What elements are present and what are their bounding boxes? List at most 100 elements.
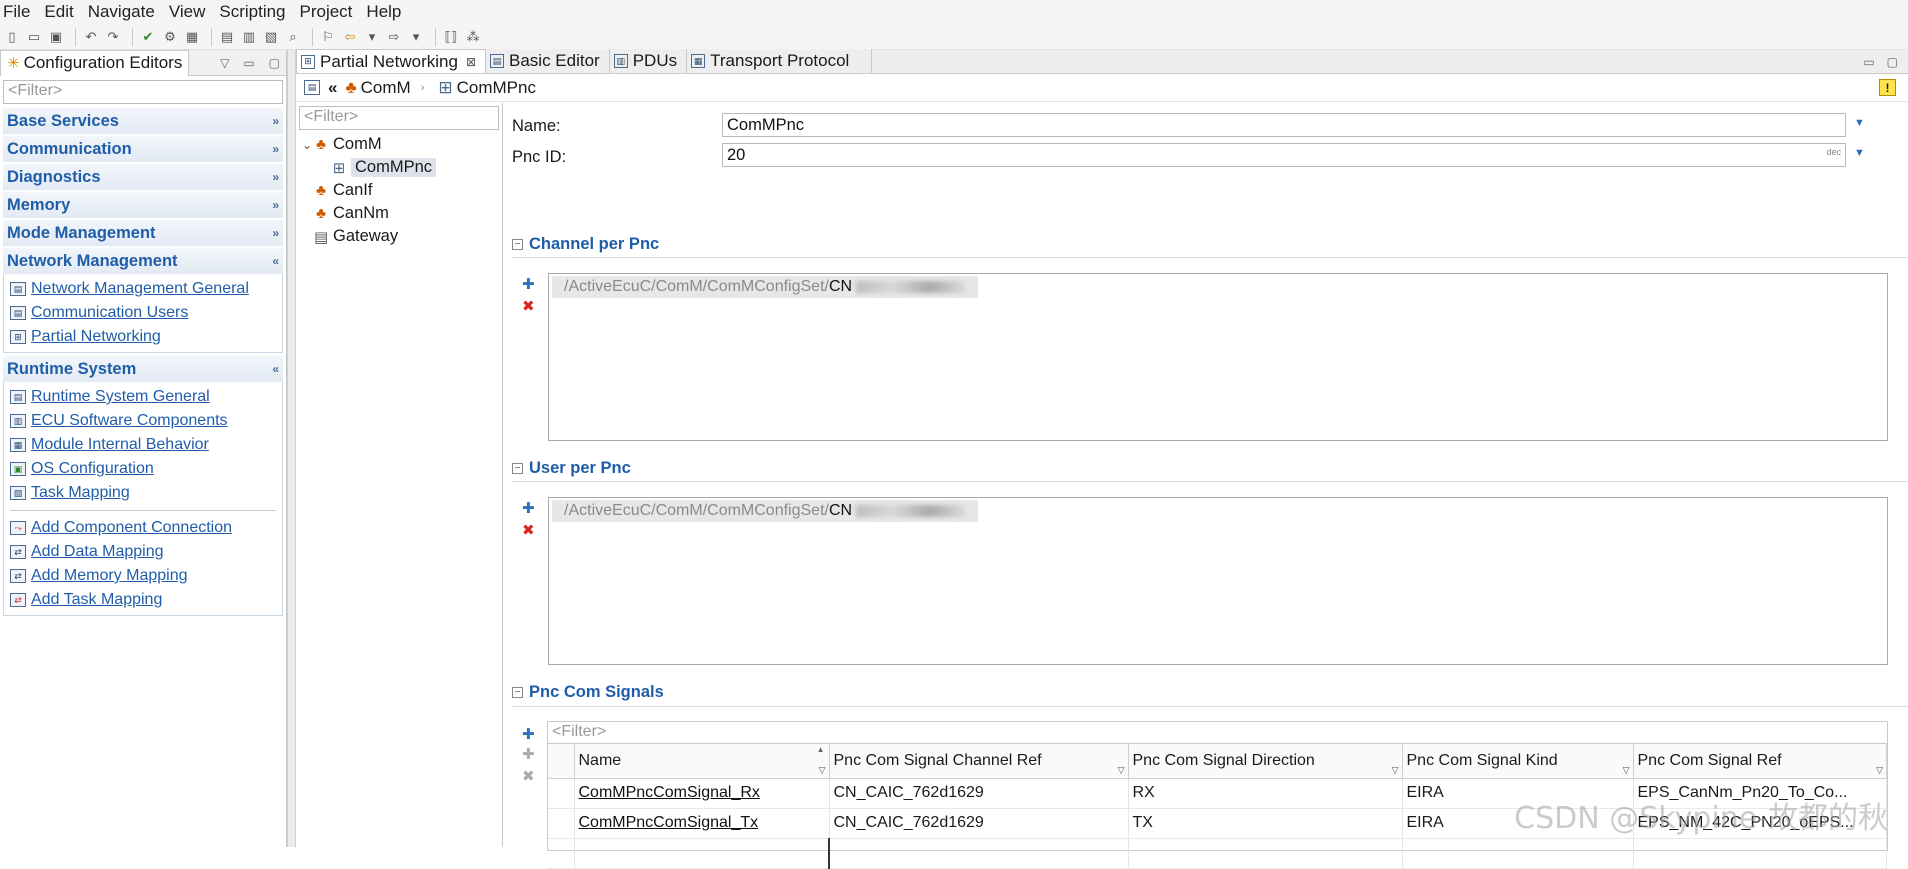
collapse-left-icon[interactable]: « [328, 78, 337, 98]
pnc-com-signals-header[interactable]: − Pnc Com Signals [512, 683, 664, 702]
collapse-chevron-icon[interactable]: « [272, 254, 279, 268]
menu-scripting[interactable]: Scripting [219, 2, 285, 22]
expand-chevron-icon[interactable]: » [272, 170, 279, 184]
column-header-signal-ref[interactable]: Pnc Com Signal Ref▽ [1633, 744, 1887, 778]
chevron-down-icon[interactable]: ⌄ [300, 138, 314, 152]
undo-icon[interactable]: ↶ [82, 28, 100, 46]
sort-up-icon[interactable]: ▲ [817, 745, 825, 754]
link-label[interactable]: Module Internal Behavior [31, 436, 209, 454]
section-memory[interactable]: Memory » [3, 192, 283, 218]
column-header-name[interactable]: Name▽▲ [574, 744, 829, 778]
add-icon[interactable]: ✚ [522, 275, 535, 293]
section-communication[interactable]: Communication » [3, 136, 283, 162]
warning-icon[interactable]: ! [1879, 79, 1896, 96]
expand-chevron-icon[interactable]: » [272, 226, 279, 240]
forward-dropdown-icon[interactable]: ▾ [407, 28, 425, 46]
breadcrumb-commpnc[interactable]: ComMPnc [457, 78, 536, 98]
hex-view-icon[interactable]: ⟦⟧ [442, 28, 460, 46]
tree-node-comm[interactable]: ⌄ ♣ ComM [296, 133, 502, 156]
empty-cell[interactable] [574, 838, 829, 868]
table-row-empty[interactable] [548, 838, 1887, 868]
filter-icon[interactable]: ▽ [1392, 765, 1399, 776]
panel-splitter[interactable] [287, 50, 296, 847]
remove-icon[interactable]: ✖ [522, 767, 535, 785]
empty-cell[interactable] [1128, 838, 1402, 868]
forward-arrow-icon[interactable]: ⇨ [385, 28, 403, 46]
minimize-icon[interactable]: ▭ [1863, 55, 1874, 69]
tree-node-canif[interactable]: ♣ CanIf [296, 179, 502, 202]
link-add-memory-mapping[interactable]: ⇄ Add Memory Mapping [4, 564, 282, 588]
binary-view-icon[interactable]: ⁂ [464, 28, 482, 46]
link-runtime-system-general[interactable]: ▤ Runtime System General [4, 385, 282, 409]
link-communication-users[interactable]: ▤ Communication Users [4, 301, 282, 325]
tree-node-commpnc[interactable]: ⊞ ComMPnc [296, 156, 502, 179]
user-ref-list[interactable]: /ActiveEcuC/ComM/ComMConfigSet/ CN [548, 497, 1888, 665]
channel-ref-cell[interactable]: CN_CAIC_762d1629 [829, 778, 1128, 808]
mapping-icon[interactable]: ▧ [262, 28, 280, 46]
tree-node-gateway[interactable]: ▤ Gateway [296, 225, 502, 248]
tab-transport-protocol[interactable]: ▦ Transport Protocol [687, 49, 872, 73]
column-header-direction[interactable]: Pnc Com Signal Direction▽ [1128, 744, 1402, 778]
collapse-box-icon[interactable]: − [512, 687, 523, 698]
direction-cell[interactable]: TX [1128, 808, 1402, 838]
collapse-box-icon[interactable]: − [512, 463, 523, 474]
section-runtime-system[interactable]: Runtime System « [3, 356, 283, 382]
redo-icon[interactable]: ↷ [104, 28, 122, 46]
maximize-icon[interactable]: ▢ [1887, 55, 1898, 69]
back-arrow-icon[interactable]: ⇦ [341, 28, 359, 46]
menu-edit[interactable]: Edit [44, 2, 73, 22]
link-label[interactable]: ECU Software Components [31, 412, 228, 430]
menu-project[interactable]: Project [300, 2, 353, 22]
link-label[interactable]: Add Task Mapping [31, 591, 162, 609]
minimize-icon[interactable]: ▭ [243, 56, 254, 70]
link-label[interactable]: Add Memory Mapping [31, 567, 188, 585]
link-label[interactable]: Communication Users [31, 304, 188, 322]
link-add-component-connection[interactable]: ⤳ Add Component Connection [4, 516, 282, 540]
open-folder-icon[interactable]: ▭ [25, 28, 43, 46]
link-label[interactable]: Task Mapping [31, 484, 130, 502]
menu-file[interactable]: File [3, 2, 30, 22]
generate-icon[interactable]: ⚙ [161, 28, 179, 46]
filter-icon[interactable]: ▽ [1118, 765, 1125, 776]
new-file-icon[interactable]: ▯ [3, 28, 21, 46]
signal-name-cell[interactable]: ComMPncComSignal_Rx [574, 778, 829, 808]
configuration-editors-tab[interactable]: ✳ Configuration Editors [0, 50, 189, 76]
link-label[interactable]: Network Management General [31, 280, 249, 298]
expand-chevron-icon[interactable]: » [272, 198, 279, 212]
link-partial-networking[interactable]: ⊞ Partial Networking [4, 325, 282, 349]
section-diagnostics[interactable]: Diagnostics » [3, 164, 283, 190]
menu-view[interactable]: View [169, 2, 206, 22]
outline-toggle-icon[interactable]: ▤ [304, 80, 320, 95]
remove-icon[interactable]: ✖ [522, 521, 535, 539]
link-label[interactable]: Add Data Mapping [31, 543, 164, 561]
filter-icon[interactable]: ▽ [819, 765, 826, 776]
link-label[interactable]: OS Configuration [31, 460, 154, 478]
link-label[interactable]: Runtime System General [31, 388, 210, 406]
tree-node-cannm[interactable]: ♣ CanNm [296, 202, 502, 225]
signals-filter-input[interactable]: <Filter> [548, 722, 1887, 744]
maximize-icon[interactable]: ▢ [269, 56, 280, 70]
tab-basic-editor[interactable]: ▤ Basic Editor [486, 49, 610, 73]
editors-filter-input[interactable]: <Filter> [3, 80, 283, 104]
add-icon[interactable]: ✚ [522, 499, 535, 517]
section-base-services[interactable]: Base Services » [3, 108, 283, 134]
settings-icon[interactable]: ▤ [218, 28, 236, 46]
pnc-id-dropdown-icon[interactable]: ▼ [1854, 147, 1865, 159]
view-menu-icon[interactable]: ▽ [220, 56, 229, 70]
channel-ref-item[interactable]: /ActiveEcuC/ComM/ComMConfigSet/ CN [552, 276, 978, 298]
add-icon[interactable]: ✚ [522, 725, 535, 743]
remove-icon[interactable]: ✖ [522, 297, 535, 315]
editor-icon[interactable]: ▥ [240, 28, 258, 46]
breadcrumb-comm[interactable]: ComM [361, 78, 411, 98]
channel-ref-list[interactable]: /ActiveEcuC/ComM/ComMConfigSet/ CN [548, 273, 1888, 441]
collapse-chevron-icon[interactable]: « [272, 362, 279, 376]
empty-cell[interactable] [1402, 838, 1633, 868]
collapse-box-icon[interactable]: − [512, 239, 523, 250]
column-header-channel-ref[interactable]: Pnc Com Signal Channel Ref▽ [829, 744, 1128, 778]
user-per-pnc-header[interactable]: − User per Pnc [512, 459, 631, 478]
menu-navigate[interactable]: Navigate [88, 2, 155, 22]
search-binoculars-icon[interactable]: ⌕ [284, 28, 302, 46]
direction-cell[interactable]: RX [1128, 778, 1402, 808]
validate-icon[interactable]: ✔ [139, 28, 157, 46]
section-mode-management[interactable]: Mode Management » [3, 220, 283, 246]
